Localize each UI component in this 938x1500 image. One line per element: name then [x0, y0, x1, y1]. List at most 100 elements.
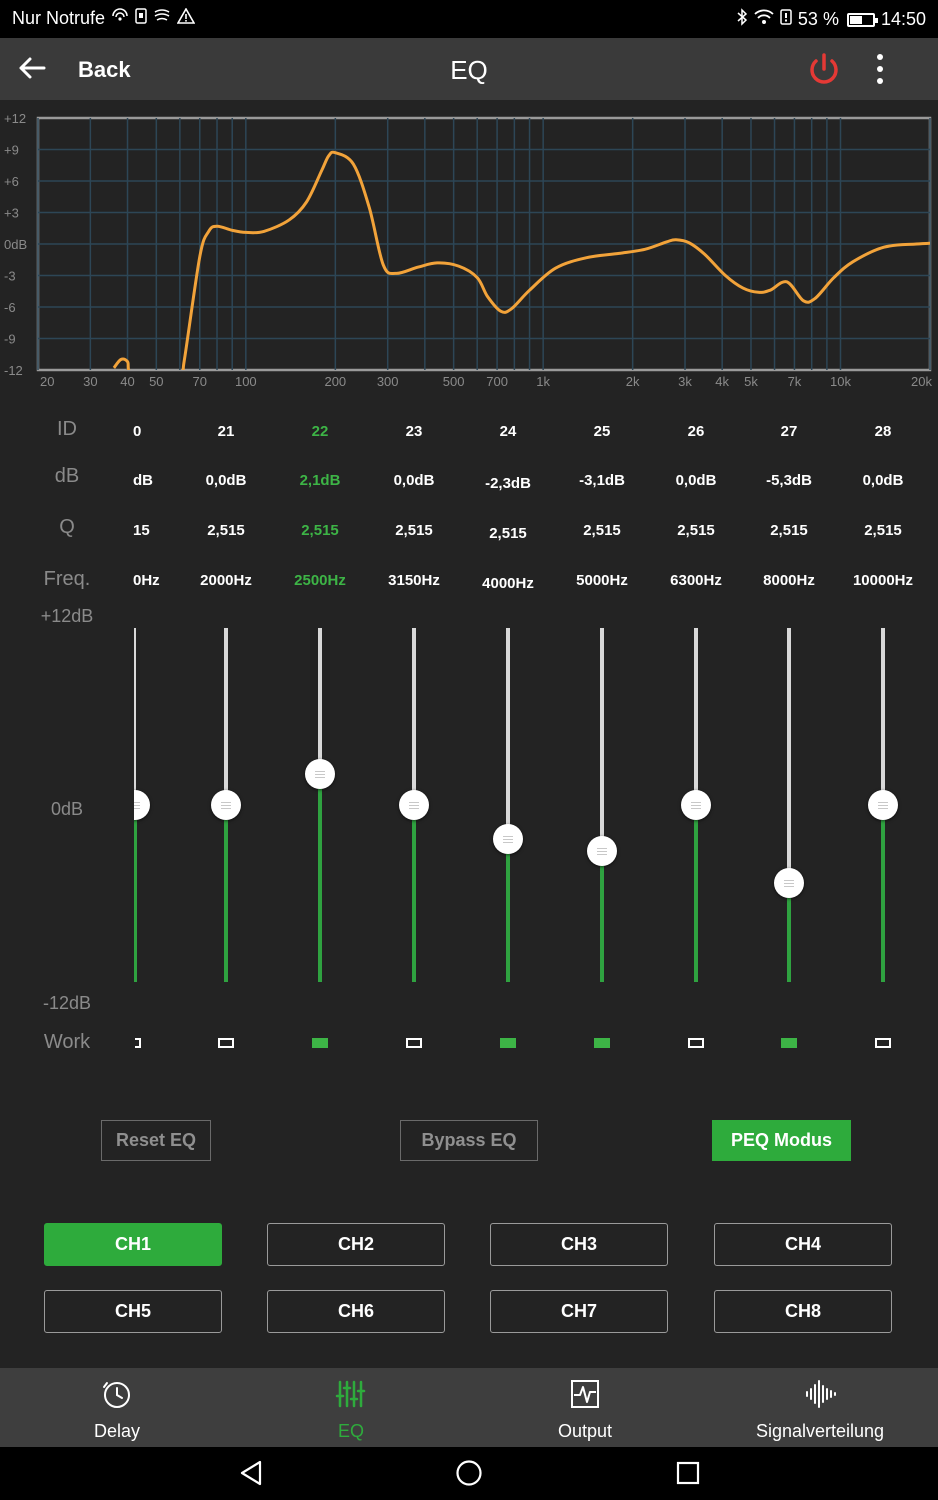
- band-work-toggle[interactable]: [312, 1038, 328, 1048]
- band-freq-value[interactable]: 8000Hz: [742, 572, 836, 589]
- band-freq-value[interactable]: 4000Hz: [461, 575, 555, 592]
- slider-thumb[interactable]: [211, 790, 241, 820]
- slider-thumb[interactable]: [493, 823, 523, 854]
- band-gain-slider[interactable]: [676, 628, 716, 982]
- channel-button-ch4[interactable]: CH4: [714, 1223, 892, 1266]
- band-gain-slider[interactable]: [769, 628, 809, 982]
- slider-fill: [600, 850, 604, 982]
- slider-thumb[interactable]: [305, 759, 335, 790]
- nav-signal-label: Signalverteilung: [755, 1421, 885, 1441]
- nav-output-label: Output: [557, 1421, 613, 1441]
- band-freq-value[interactable]: 2500Hz: [273, 572, 367, 589]
- system-home-icon[interactable]: [455, 1459, 483, 1487]
- band-q-value[interactable]: 2,515: [273, 522, 367, 539]
- freq-row-label: Freq.: [43, 568, 91, 590]
- band-work-toggle[interactable]: [135, 1038, 141, 1048]
- band-work-toggle[interactable]: [688, 1038, 704, 1048]
- band-db-value[interactable]: 0,0dB: [179, 472, 273, 489]
- band-freq-value[interactable]: 6300Hz: [649, 572, 743, 589]
- graph-freq-tick: 500: [443, 374, 465, 389]
- band-id-value: 28: [874, 423, 892, 440]
- slider-fill: [318, 774, 322, 982]
- band-gain-slider[interactable]: [863, 628, 903, 982]
- system-recents-icon[interactable]: [675, 1459, 701, 1487]
- slider-thumb[interactable]: [774, 868, 804, 899]
- slider-fill: [224, 805, 228, 982]
- graph-db-tick: -9: [4, 332, 16, 347]
- system-back-icon[interactable]: [238, 1459, 264, 1487]
- band-q-value[interactable]: 2,515: [836, 522, 930, 539]
- graph-freq-tick: 40: [120, 374, 134, 389]
- nav-output[interactable]: Output: [468, 1368, 702, 1447]
- band-gain-slider[interactable]: [300, 628, 340, 982]
- slider-thumb[interactable]: [681, 790, 711, 820]
- band-work-toggle[interactable]: [875, 1038, 891, 1048]
- band-db-value[interactable]: 0,0dB: [649, 472, 743, 489]
- band-freq-value[interactable]: 10000Hz: [836, 572, 930, 589]
- band-gain-slider[interactable]: [206, 628, 246, 982]
- nav-delay[interactable]: Delay: [0, 1368, 234, 1447]
- band-work-toggle[interactable]: [406, 1038, 422, 1048]
- band-q-value[interactable]: 2,515: [461, 525, 555, 542]
- reset-eq-button[interactable]: Reset EQ: [101, 1120, 211, 1161]
- band-work-toggle[interactable]: [218, 1038, 234, 1048]
- graph-db-tick: +12: [4, 111, 26, 126]
- band-id-value: 0: [133, 423, 142, 440]
- band-q-value[interactable]: 2,515: [555, 522, 649, 539]
- band-db-value[interactable]: 0,0dB: [367, 472, 461, 489]
- band-freq-value[interactable]: 5000Hz: [555, 572, 649, 589]
- slider-thumb[interactable]: [587, 835, 617, 866]
- work-row-label: Work: [43, 1031, 91, 1053]
- band-q-value[interactable]: 15: [133, 522, 173, 539]
- slider-thumb[interactable]: [868, 790, 898, 820]
- band-gain-slider[interactable]: [582, 628, 622, 982]
- graph-freq-tick: 50: [149, 374, 163, 389]
- band-work-toggle[interactable]: [781, 1038, 797, 1048]
- system-navigation-bar: [0, 1447, 938, 1500]
- slider-max-label: +12dB: [40, 606, 94, 626]
- band-db-value[interactable]: 2,1dB: [273, 472, 367, 489]
- nav-signal-routing[interactable]: Signalverteilung: [703, 1368, 937, 1447]
- band-gain-slider[interactable]: [394, 628, 434, 982]
- channel-button-ch2[interactable]: CH2: [267, 1223, 445, 1266]
- band-freq-value[interactable]: 2000Hz: [179, 572, 273, 589]
- band-freq-value[interactable]: 0Hz: [133, 572, 173, 589]
- nav-eq[interactable]: EQ: [234, 1368, 468, 1447]
- band-id-value: 26: [687, 423, 705, 440]
- slider-thumb[interactable]: [134, 790, 150, 820]
- band-work-toggle[interactable]: [594, 1038, 610, 1048]
- slider-fill: [694, 805, 698, 982]
- band-db-value[interactable]: -5,3dB: [742, 472, 836, 489]
- hotspot-icon: [153, 8, 171, 29]
- app-bar: Back EQ: [0, 38, 938, 100]
- peq-mode-button[interactable]: PEQ Modus: [712, 1120, 851, 1161]
- band-freq-value[interactable]: 3150Hz: [367, 572, 461, 589]
- graph-freq-tick: 200: [324, 374, 346, 389]
- band-db-value[interactable]: -2,3dB: [461, 475, 555, 492]
- band-id-value: 27: [780, 423, 798, 440]
- battery-percent: 53 %: [797, 9, 839, 29]
- channel-button-ch1[interactable]: CH1: [44, 1223, 222, 1266]
- channel-button-ch3[interactable]: CH3: [490, 1223, 668, 1266]
- channel-button-ch8[interactable]: CH8: [714, 1290, 892, 1333]
- band-db-value[interactable]: -3,1dB: [555, 472, 649, 489]
- band-db-value[interactable]: 0,0dB: [836, 472, 930, 489]
- slider-thumb[interactable]: [399, 790, 429, 820]
- channel-button-ch7[interactable]: CH7: [490, 1290, 668, 1333]
- band-q-value[interactable]: 2,515: [179, 522, 273, 539]
- band-db-value[interactable]: dB: [133, 472, 173, 489]
- band-q-value[interactable]: 2,515: [742, 522, 836, 539]
- band-gain-slider[interactable]: [488, 628, 528, 982]
- eq-response-graph[interactable]: +12 +9 +6 +3 0dB -3 -6 -9 -12 20 30 40 50 70 100 200 300…: [0, 100, 938, 400]
- graph-freq-tick: 5k: [744, 374, 758, 389]
- more-options-icon[interactable]: [866, 52, 894, 86]
- bypass-eq-button[interactable]: Bypass EQ: [400, 1120, 538, 1161]
- channel-button-ch5[interactable]: CH5: [44, 1290, 222, 1333]
- power-icon[interactable]: [804, 50, 844, 90]
- band-q-value[interactable]: 2,515: [649, 522, 743, 539]
- band-q-value[interactable]: 2,515: [367, 522, 461, 539]
- channel-button-ch6[interactable]: CH6: [267, 1290, 445, 1333]
- output-waveform-icon: [569, 1378, 601, 1410]
- band-work-toggle[interactable]: [500, 1038, 516, 1048]
- band-gain-slider[interactable]: [134, 628, 157, 982]
